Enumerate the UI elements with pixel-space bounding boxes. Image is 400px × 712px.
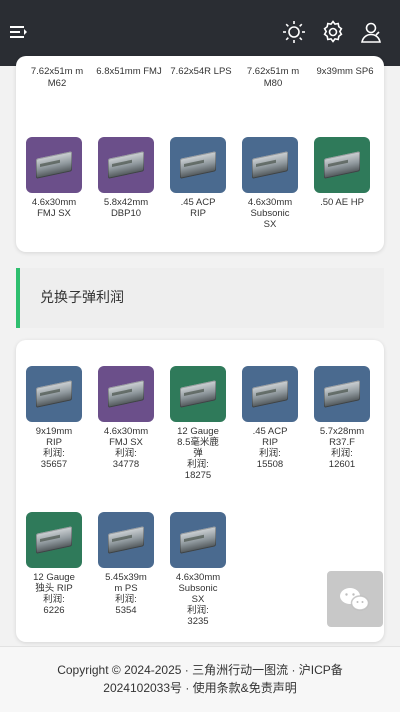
ammo-name: 4.6x30mm Subsonic SX [247,197,293,230]
ammo-box-icon [170,366,226,422]
ammo-box-icon [242,137,298,193]
profit-caption: 利润: [115,594,137,605]
profit-item[interactable]: 5.7x28mm R37.F 利润: 12601 [311,366,373,470]
ammo-box-icon [170,512,226,568]
ammo-box-icon [314,137,370,193]
ammo-box-icon [242,366,298,422]
ammo-box-icon [98,137,154,193]
ammo-box-icon [314,366,370,422]
ammo-name: 7.62x51m m M62 [30,66,84,89]
ammo-box-icon [98,512,154,568]
profit-item-label: 12 Gauge 独头 RIP 利润: 6226 [23,572,85,616]
profit-item-label: 9x19mm RIP 利润: 35657 [23,426,85,470]
profit-value: 35657 [40,459,68,470]
ammo-list-top-labels: 7.62x51m m M62 6.8x51mm FMJ 7.62x54R LPS… [16,66,384,106]
profit-item[interactable]: .45 ACP RIP 利润: 15508 [239,366,301,470]
footer-links[interactable]: 2024102033号 · 使用条款&免责声明 [0,679,400,697]
profit-item[interactable]: 12 Gauge 独头 RIP 利润: 6226 [23,512,85,616]
ammo-name: .45 ACP RIP [252,426,288,448]
profit-item-label: 12 Gauge 8.5毫米鹿 弹利润: 18275 [167,426,229,481]
profit-item-label: 4.6x30mm FMJ SX 利润: 34778 [95,426,157,470]
profit-caption: 利润: [259,448,281,459]
ammo-name: 4.6x30mm FMJ SX [103,426,149,448]
ammo-name: 6.8x51mm FMJ [96,66,162,77]
profit-value: 12601 [328,459,356,470]
profit-value: 6226 [43,605,65,616]
ammo-name: 5.7x28mm R37.F [319,426,365,448]
profit-caption: 利润: [187,605,209,616]
profit-value: 5354 [115,605,137,616]
ammo-name: 9x19mm RIP [35,426,73,448]
wechat-float-button[interactable] [327,571,383,627]
wechat-icon [340,588,370,611]
profit-caption: 利润: [43,594,65,605]
section-header-profit: 兑换子弹利润 [16,268,384,328]
menu-collapse-icon[interactable] [8,22,28,42]
profit-value: 3235 [187,616,209,627]
profit-item[interactable]: 12 Gauge 8.5毫米鹿 弹利润: 18275 [167,366,229,481]
profit-item[interactable]: 4.6x30mm FMJ SX 利润: 34778 [95,366,157,470]
ammo-name: 4.6x30mm FMJ SX [31,197,77,219]
ammo-name: .50 AE HP [320,197,364,208]
footer-copyright: Copyright © 2024-2025 · 三角洲行动一图流 · 沪ICP备 [57,663,343,677]
ammo-name: 4.6x30mm Subsonic SX [175,572,221,605]
ammo-name: 12 Gauge 独头 RIP [33,572,75,594]
ammo-name: 7.62x54R LPS [170,66,232,77]
ammo-item[interactable]: 5.8x42mm DBP10 [95,137,157,219]
profit-item[interactable]: 9x19mm RIP 利润: 35657 [23,366,85,470]
ammo-box-icon [26,366,82,422]
profit-caption: 利润: [115,448,137,459]
ammo-name: 5.45x39m m PS [105,572,147,594]
sun-icon[interactable] [282,20,306,44]
profit-item-label: 5.45x39m m PS 利润: 5354 [95,572,157,616]
ammo-box-icon [26,137,82,193]
profit-value: 15508 [256,459,284,470]
ammo-name: 5.8x42mm DBP10 [103,197,149,219]
section-title: 兑换子弹利润 [40,290,124,306]
profit-item[interactable]: 5.45x39m m PS 利润: 5354 [95,512,157,616]
ammo-name: .45 ACP RIP [180,197,216,219]
profit-caption: 利润: [331,448,353,459]
ammo-item[interactable]: .50 AE HP [311,137,373,208]
ammo-box-icon [26,512,82,568]
profit-caption: 利润: [187,459,209,470]
profit-caption: 利润: [43,448,65,459]
ammo-box-icon [170,137,226,193]
footer: Copyright © 2024-2025 · 三角洲行动一图流 · 沪ICP备… [0,646,400,712]
ammo-item[interactable]: 4.6x30mm Subsonic SX [239,137,301,230]
profit-item-label: 5.7x28mm R37.F 利润: 12601 [311,426,373,470]
ammo-item[interactable]: 4.6x30mm FMJ SX [23,137,85,219]
profit-value: 34778 [112,459,140,470]
profit-item[interactable]: 4.6x30mm Subsonic SX 利润: 3235 [167,512,229,627]
ammo-name: 7.62x51m m M80 [246,66,300,89]
profit-item-label: .45 ACP RIP 利润: 15508 [239,426,301,470]
user-icon[interactable] [359,20,383,44]
profit-item-label: 4.6x30mm Subsonic SX 利润: 3235 [167,572,229,627]
gear-icon[interactable] [321,20,345,44]
ammo-name: 12 Gauge 8.5毫米鹿 弹 [177,426,219,459]
ammo-item[interactable]: .45 ACP RIP [167,137,229,219]
ammo-name: 9x39mm SP6 [316,66,374,77]
ammo-box-icon [98,366,154,422]
profit-value: 18275 [184,470,212,481]
